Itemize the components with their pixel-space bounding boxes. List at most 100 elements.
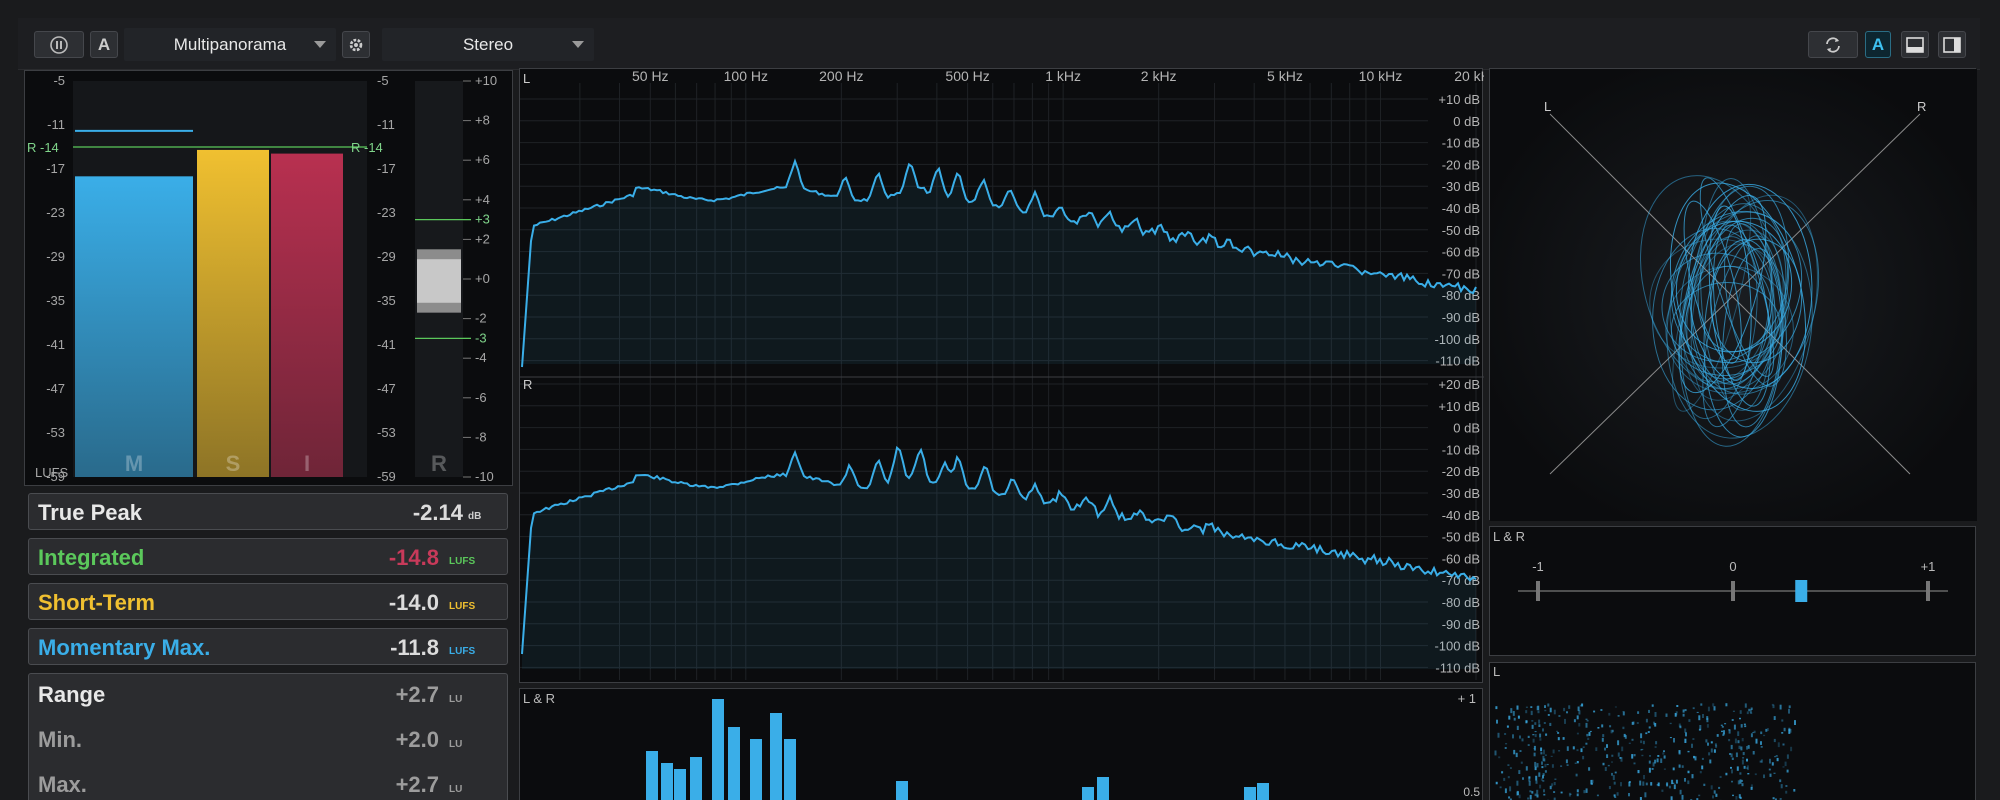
meter-scale-left: -5 bbox=[53, 73, 65, 88]
momentary-max-label: Momentary Max. bbox=[38, 635, 211, 660]
layout-bottom-button[interactable] bbox=[1901, 31, 1929, 58]
freq-label: 10 kHz bbox=[1359, 69, 1403, 84]
spectrogram-cell bbox=[1547, 714, 1550, 716]
true-peak-unit: dB bbox=[468, 511, 482, 522]
spectrogram-cell bbox=[1738, 745, 1741, 749]
spectrogram-cell bbox=[1710, 748, 1713, 753]
spectrogram-cell bbox=[1687, 770, 1690, 774]
pause-button[interactable] bbox=[34, 31, 84, 58]
db-label-left: -20 dB bbox=[1442, 157, 1480, 172]
spectrogram-cell bbox=[1737, 780, 1740, 785]
correlation-scale-label: +1 bbox=[1921, 559, 1936, 574]
spectrogram-cell bbox=[1705, 739, 1708, 743]
spectrogram-cell bbox=[1732, 794, 1734, 797]
spectrogram-cell bbox=[1741, 783, 1744, 787]
reference-label-left: R -14 bbox=[27, 140, 59, 155]
spectrogram-cell bbox=[1688, 719, 1691, 722]
max-unit: LU bbox=[449, 784, 463, 795]
spectrogram-cell bbox=[1560, 791, 1563, 794]
spectrogram-cell bbox=[1715, 793, 1718, 797]
integrated-value: -14.8 bbox=[388, 545, 439, 570]
spectrogram-cell bbox=[1771, 703, 1774, 706]
spectrogram-cell bbox=[1620, 782, 1622, 787]
gear-icon bbox=[349, 38, 363, 51]
range-scale-label: +0 bbox=[475, 271, 490, 286]
spectrogram-cell bbox=[1752, 751, 1755, 755]
spectrogram-cell bbox=[1698, 728, 1701, 731]
spectrogram-cell bbox=[1509, 767, 1512, 769]
spectrogram-cell bbox=[1535, 780, 1538, 784]
spectrogram-cell bbox=[1533, 752, 1536, 757]
spectrogram-cell bbox=[1614, 771, 1617, 774]
a-button[interactable]: A bbox=[90, 31, 118, 58]
meter-scale-right: -17 bbox=[377, 161, 396, 176]
chevron-down-icon bbox=[572, 41, 584, 48]
spectrogram-cell bbox=[1617, 740, 1620, 746]
spectrogram-cell bbox=[1551, 783, 1554, 787]
layout-side-button[interactable] bbox=[1938, 31, 1966, 58]
spectrogram-cell bbox=[1710, 785, 1713, 790]
spectrogram-cell bbox=[1534, 722, 1537, 725]
spectrogram-cell bbox=[1707, 706, 1710, 712]
spectrogram-cell bbox=[1530, 706, 1533, 708]
spectrogram-cell bbox=[1645, 718, 1648, 723]
spectrogram-cell bbox=[1566, 711, 1568, 714]
spectrogram-cell bbox=[1576, 732, 1579, 735]
spectrogram-cell bbox=[1537, 705, 1540, 710]
spectrogram-cell bbox=[1600, 709, 1603, 711]
range-scale-label: +4 bbox=[475, 192, 490, 207]
spectrogram-cell bbox=[1543, 793, 1546, 796]
spectrogram-cell bbox=[1773, 738, 1776, 743]
spectrogram-cell bbox=[1535, 775, 1538, 781]
spectrogram-cell bbox=[1682, 713, 1685, 717]
spectrogram-cell bbox=[1692, 707, 1695, 710]
spectrogram-cell bbox=[1682, 709, 1685, 713]
spectrogram-cell bbox=[1731, 780, 1733, 783]
spectrogram-cell bbox=[1512, 711, 1515, 716]
spectrogram-cell bbox=[1541, 761, 1543, 765]
spectrogram-cell bbox=[1784, 761, 1787, 767]
spectrogram-cell bbox=[1545, 733, 1548, 736]
true-peak-label: True Peak bbox=[38, 500, 142, 525]
freq-label: 500 Hz bbox=[945, 69, 989, 84]
spectrogram-cell bbox=[1645, 782, 1648, 786]
range-box: Range +2.7 LU Min. +2.0 LU Max. +2.7 LU bbox=[28, 673, 508, 800]
spectrogram-cell bbox=[1597, 727, 1600, 729]
histogram-bar bbox=[674, 769, 686, 800]
spectrogram-cell bbox=[1779, 798, 1782, 800]
spectrogram-cell bbox=[1534, 731, 1537, 733]
spectrogram-cell bbox=[1663, 755, 1666, 759]
spectrogram-cell bbox=[1522, 777, 1524, 780]
spectrogram-cell bbox=[1536, 763, 1539, 768]
spectrogram-cell bbox=[1604, 767, 1607, 771]
histogram-bar bbox=[1082, 787, 1094, 800]
mode-dropdown[interactable]: Multipanorama bbox=[124, 28, 336, 61]
spectrogram-cell bbox=[1496, 719, 1498, 724]
spectrogram-cell bbox=[1676, 705, 1679, 707]
spectrogram-cell bbox=[1532, 738, 1535, 743]
spectrogram-cell bbox=[1663, 750, 1665, 753]
loudness-meter-panel: -5 -5 -11 -11 -17 -17 -23 -23 -29 -29 -35 -35 -41 -41… bbox=[24, 70, 513, 486]
spectrogram-cell bbox=[1728, 739, 1731, 742]
right-a-button[interactable]: A bbox=[1865, 31, 1891, 58]
sync-button[interactable] bbox=[1808, 31, 1858, 58]
spectrogram-cell bbox=[1741, 738, 1744, 742]
spectrogram-cell bbox=[1607, 764, 1610, 767]
spectrogram-cell bbox=[1576, 761, 1579, 764]
spectrogram-cell bbox=[1544, 763, 1547, 768]
correlation-scale-label: -1 bbox=[1532, 559, 1544, 574]
channel-dropdown[interactable]: Stereo bbox=[382, 28, 594, 61]
spectrogram-cell bbox=[1790, 746, 1793, 752]
meter-scale-right: -35 bbox=[377, 293, 396, 308]
spectrogram-cell bbox=[1736, 766, 1739, 771]
spectrogram-cell bbox=[1720, 724, 1723, 726]
spectrogram-cell bbox=[1749, 709, 1752, 714]
spectrogram-cell bbox=[1742, 752, 1745, 756]
spectrogram-cell bbox=[1712, 795, 1714, 799]
spectrogram-cell bbox=[1531, 720, 1534, 722]
spectrogram-cell bbox=[1712, 703, 1715, 707]
settings-button[interactable] bbox=[342, 31, 370, 58]
spectrogram-cell bbox=[1788, 705, 1791, 709]
spectrogram-cell bbox=[1649, 755, 1651, 757]
histogram-bar bbox=[728, 727, 740, 800]
